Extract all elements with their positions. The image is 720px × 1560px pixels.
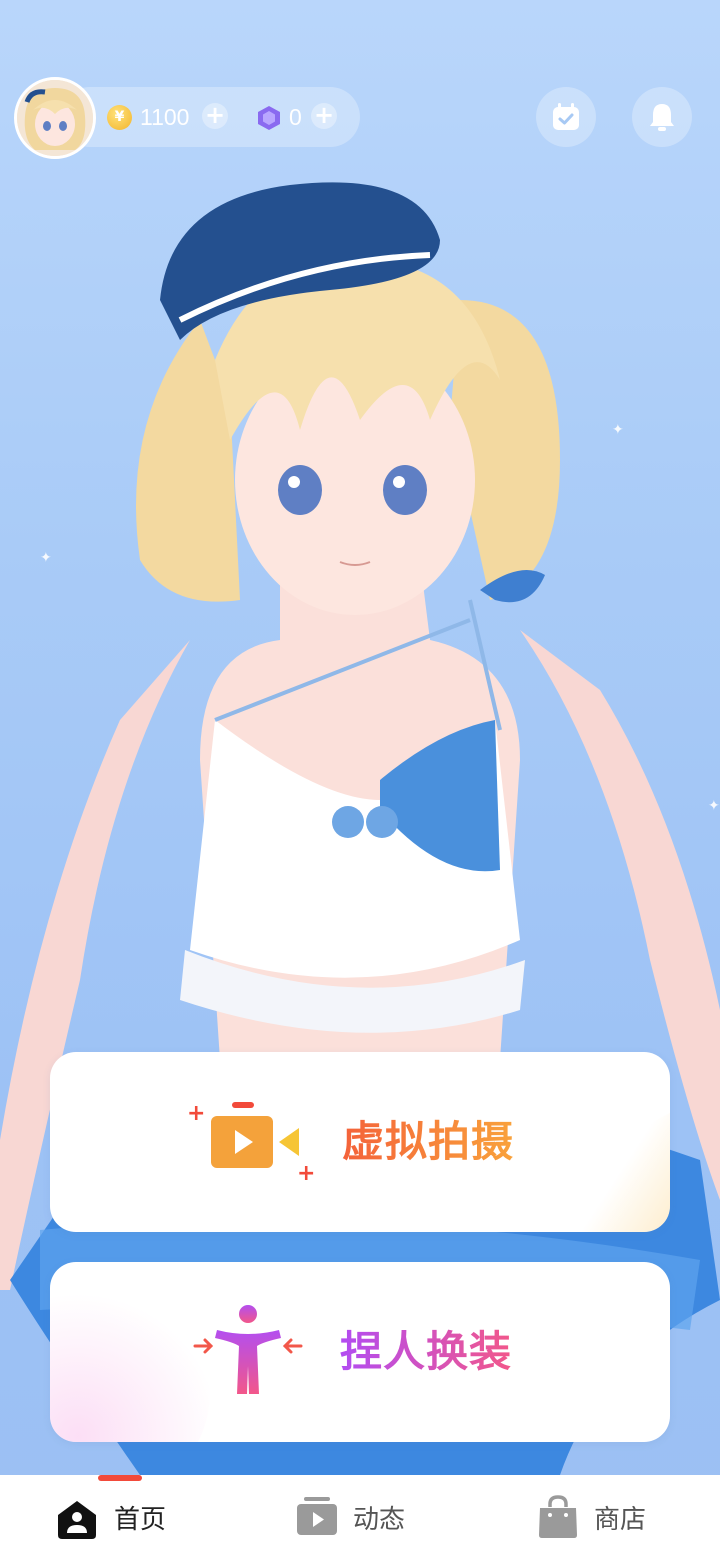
bottom-nav: 首页 动态 商店 (0, 1475, 720, 1560)
video-camera-icon: + + (187, 1101, 315, 1182)
nav-label-shop: 商店 (594, 1505, 647, 1535)
virtual-shoot-card[interactable]: + + 虚拟拍摄 (50, 1052, 670, 1232)
shopping-bag-icon (539, 1495, 577, 1538)
sparkle-icon: ✦ (612, 422, 624, 438)
add-coins-button[interactable]: + (202, 103, 228, 129)
card-decoration (50, 1282, 210, 1442)
virtual-shoot-label: 虚拟拍摄 (342, 1114, 514, 1170)
home-screen: ✦ ✦ ✦ ¥ 1100 + 0 + + + 虚拟拍摄 捏人换装 首页 动态 商… (0, 0, 720, 1560)
nav-item-shop[interactable]: 商店 (537, 1495, 687, 1543)
card-decoration (540, 1102, 670, 1232)
plus-icon: + (313, 101, 335, 129)
character-dressup-card[interactable]: 捏人换装 (50, 1262, 670, 1442)
plus-icon: + (204, 101, 226, 129)
coin-balance: 1100 (140, 104, 190, 130)
nav-item-home[interactable]: 首页 (54, 1495, 204, 1543)
avatar-image (17, 80, 93, 156)
calendar-check-icon (553, 103, 579, 130)
coin-icon: ¥ (107, 105, 132, 130)
person-figure-icon (193, 1305, 303, 1394)
svg-text:+: + (187, 1101, 205, 1126)
nav-label-feed: 动态 (353, 1505, 406, 1535)
sparkle-icon: ✦ (40, 550, 52, 566)
nav-label-home: 首页 (114, 1505, 167, 1535)
character-model-illustration[interactable] (0, 0, 720, 1475)
video-feed-icon (297, 1497, 337, 1535)
gem-icon (258, 106, 280, 130)
top-bar: ¥ 1100 + 0 + (0, 70, 720, 170)
nav-item-feed[interactable]: 动态 (296, 1495, 446, 1543)
notifications-button[interactable] (632, 87, 692, 147)
add-gems-button[interactable]: + (311, 103, 337, 129)
home-icon (58, 1501, 96, 1539)
sparkle-icon: ✦ (708, 798, 720, 814)
svg-text:+: + (297, 1161, 315, 1182)
nav-active-indicator (98, 1475, 142, 1481)
bell-icon (650, 104, 674, 131)
checkin-button[interactable] (536, 87, 596, 147)
character-dressup-label: 捏人换装 (340, 1324, 512, 1380)
gem-balance: 0 (289, 104, 302, 130)
avatar[interactable] (14, 77, 96, 159)
